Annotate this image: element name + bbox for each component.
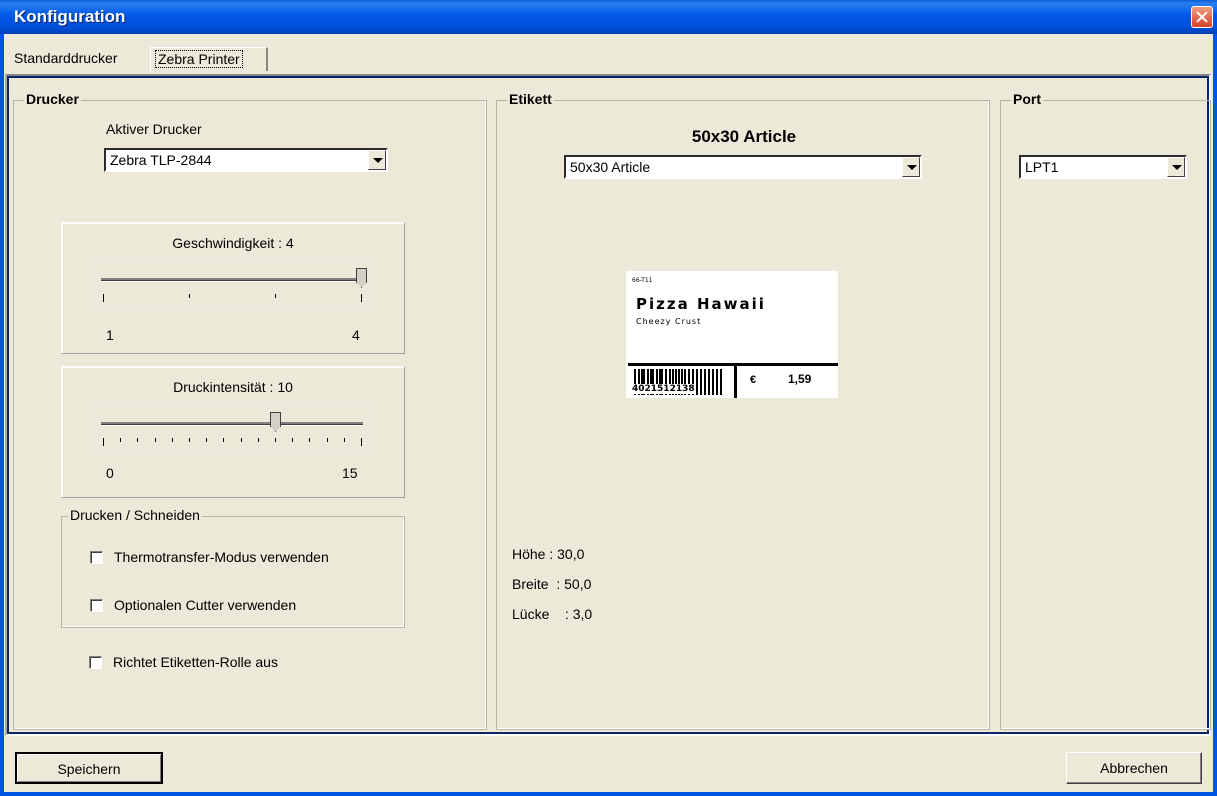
speed-max: 4 [352,327,360,343]
breite-label: Breite : 50,0 [512,576,592,592]
chevron-down-icon[interactable] [1167,157,1185,177]
slider-tick [361,294,362,302]
drucker-legend: Drucker [24,91,81,107]
chevron-down-icon[interactable] [902,157,920,177]
slider-tick [292,438,294,442]
preview-divider [628,363,838,366]
speed-label: Geschwindigkeit : 4 [172,235,294,251]
slider-tick [137,438,139,442]
tab-standarddrucker[interactable]: Standarddrucker [10,47,122,71]
preview-currency: € [750,374,757,386]
intensity-track [101,422,363,426]
dialog-client: Standarddrucker Zebra Printer Drucker Ak… [4,34,1213,792]
save-button[interactable]: Speichern [15,752,163,784]
active-printer-label: Aktiver Drucker [106,121,202,137]
hoehe-label: Höhe : 30,0 [512,546,585,562]
active-printer-select[interactable]: Zebra TLP-2844 [104,148,388,172]
barcode-bar [712,369,714,395]
port-select[interactable]: LPT1 [1019,155,1187,179]
thermo-checkbox[interactable] [90,551,103,564]
slider-tick [275,294,276,298]
slider-tick [103,294,104,302]
slider-tick [240,438,242,442]
config-window: Konfiguration Standarddrucker Zebra Prin… [0,0,1217,796]
tab-zebra-printer[interactable]: Zebra Printer [150,47,268,71]
slider-tick [189,294,190,298]
slider-tick [257,438,259,442]
slider-tick [361,438,362,446]
close-icon[interactable] [1191,6,1213,28]
port-group: Port LPT1 [1000,91,1211,730]
preview-price: 1,59 [788,372,812,386]
intensity-max: 15 [342,465,358,481]
port-value: LPT1 [1025,159,1059,175]
print-cut-legend: Drucken / Schneiden [68,507,202,523]
speed-thumb[interactable] [356,268,367,288]
speed-min: 1 [106,327,114,343]
etikett-select[interactable]: 50x30 Article [564,155,922,179]
slider-tick [120,438,122,442]
window-title: Konfiguration [14,7,126,26]
align-roll-label[interactable]: Richtet Etiketten-Rolle aus [113,654,278,670]
intensity-min: 0 [106,465,114,481]
thermo-label[interactable]: Thermotransfer-Modus verwenden [114,549,329,565]
etikett-legend: Etikett [507,91,554,107]
port-legend: Port [1011,91,1043,107]
label-preview: 66-T11 Pizza Hawaii Cheezy Crust 4021512… [626,271,838,398]
slider-tick [171,438,173,442]
barcode-bar [716,369,718,395]
preview-subtitle: Cheezy Crust [636,317,702,326]
etikett-group: Etikett 50x30 Article 50x30 Article Höhe… [496,91,990,730]
slider-tick [189,438,190,442]
cutter-checkbox[interactable] [90,599,103,612]
barcode-bar [696,369,698,395]
print-cut-group: Drucken / Schneiden Thermotransfer-Modus… [61,507,405,628]
slider-tick [103,438,104,446]
intensity-label: Druckintensität : 10 [173,379,293,395]
slider-tick [223,438,225,442]
intensity-slider[interactable] [92,403,376,453]
cancel-button[interactable]: Abbrechen [1066,752,1202,784]
preview-code: 66-T11 [632,277,653,284]
slider-tick [343,438,345,442]
barcode-bar [720,369,722,395]
preview-vdivider [734,366,737,398]
active-printer-value: Zebra TLP-2844 [110,152,212,168]
barcode-bar [704,369,706,395]
cutter-label[interactable]: Optionalen Cutter verwenden [114,597,296,613]
preview-title: Pizza Hawaii [636,295,766,313]
preview-barcode-number: 4021512138 [632,384,695,394]
speed-track [101,278,363,282]
barcode-bar [708,369,710,395]
slider-tick [154,438,156,442]
tab-zebra-printer-label: Zebra Printer [155,50,243,68]
slider-tick [275,438,276,442]
barcode-bar [700,369,702,395]
slider-tick [309,438,311,442]
intensity-panel: Druckintensität : 10 0 15 [61,366,405,498]
chevron-down-icon[interactable] [368,150,386,170]
align-roll-checkbox[interactable] [89,656,102,669]
speed-panel: Geschwindigkeit : 4 1 4 [61,222,405,354]
etikett-select-value: 50x30 Article [570,159,651,175]
tab-page: Drucker Aktiver Drucker Zebra TLP-2844 G… [5,74,1211,736]
drucker-group: Drucker Aktiver Drucker Zebra TLP-2844 G… [13,91,487,730]
luecke-label: Lücke : 3,0 [512,606,593,622]
intensity-thumb[interactable] [270,412,281,432]
title-bar[interactable]: Konfiguration [0,0,1217,34]
speed-slider[interactable] [92,259,376,309]
slider-tick [206,438,208,442]
etikett-heading: 50x30 Article [691,127,797,146]
slider-tick [326,438,328,442]
